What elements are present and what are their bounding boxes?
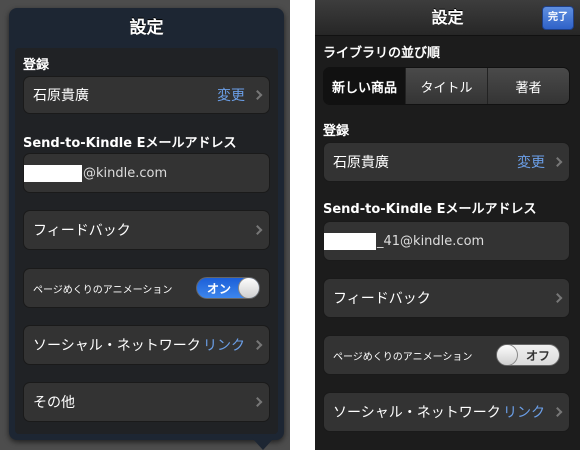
email-address: @kindle.com [24, 154, 167, 192]
settings-popover: 設定 登録 石原貴廣 変更 Send-to-Kindle Eメールアドレス @k… [9, 8, 284, 440]
social-link-action[interactable]: リンク [203, 326, 245, 364]
toggle-state-text: オン [207, 281, 232, 296]
page-animation-row: ページめくりのアニメーション オフ [323, 335, 570, 375]
social-network-row[interactable]: ソーシャル・ネットワーク リンク [23, 325, 270, 365]
page-animation-label: ページめくりのアニメーション [33, 284, 173, 296]
email-value: _41@kindle.com [377, 233, 485, 249]
chevron-right-icon [252, 397, 263, 407]
toggle-knob [238, 278, 259, 298]
change-account-link[interactable]: 変更 [217, 77, 245, 113]
account-name: 石原貴廣 [33, 88, 89, 104]
page-animation-label: ページめくりのアニメーション [333, 351, 473, 363]
navigation-bar: 設定 完了 [315, 0, 580, 36]
sort-option-title[interactable]: タイトル [405, 68, 487, 104]
popover-title: 設定 [129, 18, 164, 38]
chevron-right-icon [252, 225, 263, 235]
other-row[interactable]: その他 [23, 382, 270, 422]
registration-section-label: 登録 [323, 124, 350, 139]
email-row[interactable]: _41@kindle.com [323, 221, 570, 261]
email-section-label: Send-to-Kindle Eメールアドレス [323, 202, 537, 217]
iphone-settings-screenshot: 設定 完了 ライブラリの並び順 新しい商品 タイトル 著者 登録 石原貴廣 変更… [315, 0, 580, 450]
feedback-row[interactable]: フィードバック [23, 210, 270, 250]
chevron-right-icon [552, 293, 563, 303]
change-account-link[interactable]: 変更 [517, 143, 545, 181]
social-network-row[interactable]: ソーシャル・ネットワーク リンク [323, 392, 570, 432]
email-address: _41@kindle.com [324, 222, 484, 260]
page-animation-toggle[interactable]: オフ [496, 344, 560, 366]
email-value: @kindle.com [83, 165, 168, 181]
email-section-label: Send-to-Kindle Eメールアドレス [23, 136, 237, 151]
chevron-right-icon [252, 340, 263, 350]
sort-option-newest[interactable]: 新しい商品 [324, 68, 405, 104]
account-row[interactable]: 石原貴廣 変更 [23, 76, 270, 114]
settings-list: ライブラリの並び順 新しい商品 タイトル 著者 登録 石原貴廣 変更 Send-… [315, 36, 580, 450]
ipad-settings-screenshot: 設定 登録 石原貴廣 変更 Send-to-Kindle Eメールアドレス @k… [0, 0, 290, 450]
library-sort-segmented-control: 新しい商品 タイトル 著者 [323, 67, 570, 105]
popover-arrow [252, 438, 274, 450]
chevron-right-icon [552, 157, 563, 167]
chevron-right-icon [252, 90, 263, 100]
email-row[interactable]: @kindle.com [23, 153, 270, 193]
account-row[interactable]: 石原貴廣 変更 [323, 142, 570, 182]
page-animation-toggle[interactable]: オン [196, 277, 260, 299]
sort-option-author[interactable]: 著者 [487, 68, 569, 104]
redacted-block [324, 232, 376, 250]
page-animation-row: ページめくりのアニメーション オン [23, 268, 270, 308]
social-network-label: ソーシャル・ネットワーク [333, 405, 501, 421]
redacted-block [24, 164, 82, 182]
account-name: 石原貴廣 [333, 155, 389, 171]
social-link-action[interactable]: リンク [503, 393, 545, 431]
social-network-label: ソーシャル・ネットワーク [33, 338, 201, 354]
toggle-state-text: オフ [525, 348, 550, 363]
feedback-row[interactable]: フィードバック [323, 278, 570, 318]
toggle-knob [497, 345, 518, 365]
library-sort-label: ライブラリの並び順 [323, 46, 441, 61]
feedback-label: フィードバック [333, 291, 431, 307]
feedback-label: フィードバック [33, 223, 131, 239]
other-label: その他 [33, 395, 75, 411]
registration-section-label: 登録 [23, 58, 50, 73]
nav-title: 設定 [431, 8, 464, 27]
done-button[interactable]: 完了 [542, 6, 574, 30]
popover-body: 登録 石原貴廣 変更 Send-to-Kindle Eメールアドレス @kind… [15, 48, 278, 434]
chevron-right-icon [552, 407, 563, 417]
